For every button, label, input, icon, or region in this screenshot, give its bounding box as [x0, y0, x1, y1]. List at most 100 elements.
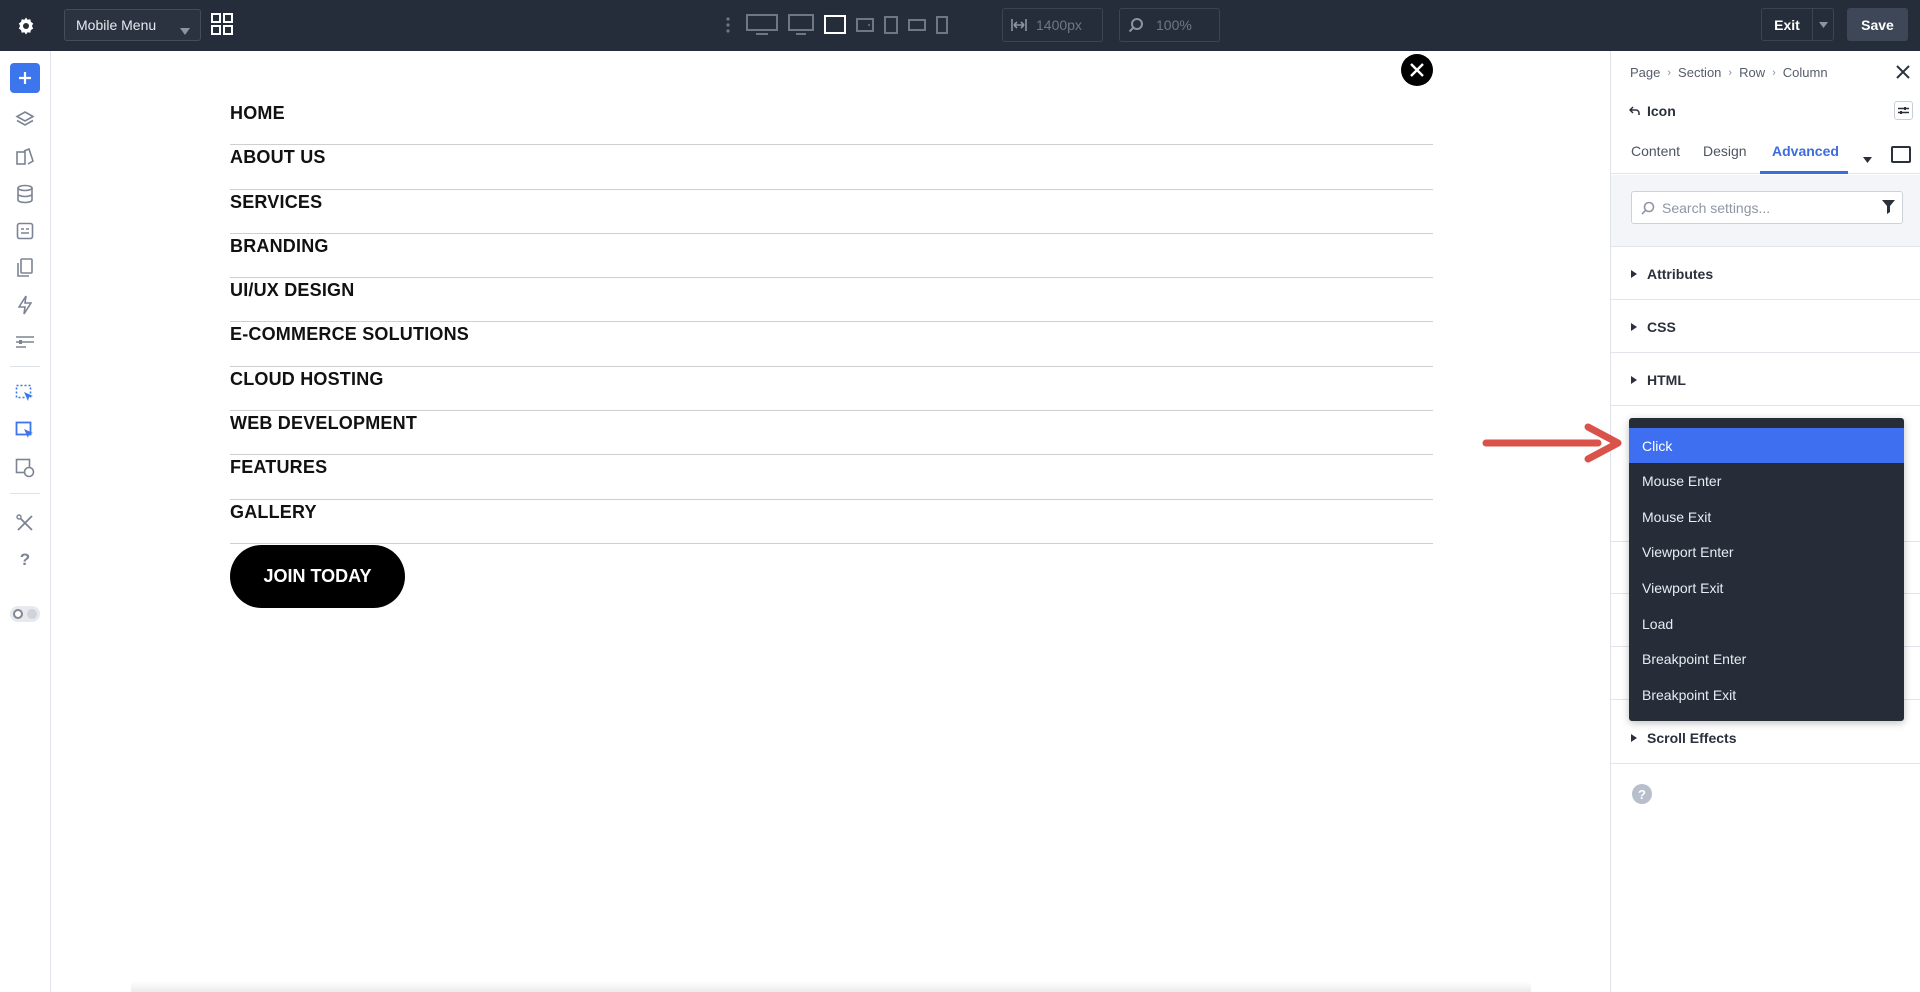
help-circle-icon[interactable]: ? [1632, 784, 1652, 804]
builder-canvas: HOME ABOUT US SERVICES BRANDING UI/UX DE… [51, 51, 1610, 992]
search-settings-input[interactable] [1662, 199, 1862, 216]
theme-builder-icon[interactable] [13, 219, 37, 243]
settings-gear-icon[interactable] [13, 13, 39, 39]
menu-item-e-commerce-solutions[interactable]: E-COMMERCE SOLUTIONS [230, 322, 1433, 367]
more-vertical-icon[interactable] [720, 16, 736, 34]
exit-button[interactable]: Exit [1761, 8, 1834, 41]
section-attributes[interactable]: Attributes [1611, 248, 1920, 300]
dropdown-option-viewport-enter[interactable]: Viewport Enter [1629, 534, 1904, 569]
lightning-icon[interactable] [13, 293, 37, 317]
menu-item-label: ABOUT US [230, 147, 326, 168]
pages-icon[interactable] [13, 256, 37, 280]
menu-item-label: BRANDING [230, 235, 329, 256]
zoom-value: 100% [1156, 17, 1192, 33]
annotation-arrow-icon [1480, 422, 1625, 464]
tools-icon[interactable] [13, 511, 37, 535]
layout-select[interactable]: Mobile Menu [64, 9, 201, 41]
tab-content[interactable]: Content [1631, 143, 1680, 159]
breadcrumb-chevron-icon: › [1728, 66, 1733, 79]
tab-design[interactable]: Design [1703, 143, 1747, 159]
dropdown-option-viewport-exit[interactable]: Viewport Exit [1629, 570, 1904, 605]
canvas-width-field[interactable]: 1400px [1002, 8, 1103, 42]
section-label: Attributes [1647, 265, 1714, 282]
module-title: Icon [1628, 103, 1676, 119]
interaction-cursor-icon[interactable] [13, 382, 37, 406]
module-options-icon[interactable] [1894, 101, 1913, 120]
breadcrumb: Page › Section › Row › Column [1630, 65, 1828, 80]
phone-portrait-icon[interactable] [936, 16, 948, 34]
section-html[interactable]: HTML [1611, 354, 1920, 406]
breadcrumb-column[interactable]: Column [1783, 65, 1828, 80]
breadcrumb-page[interactable]: Page [1630, 65, 1660, 80]
grid-view-icon[interactable] [211, 13, 235, 37]
menu-item-label: CLOUD HOSTING [230, 368, 384, 389]
expand-arrow-icon [1631, 733, 1637, 742]
menu-item-label: FEATURES [230, 457, 328, 478]
width-arrows-icon [1011, 18, 1027, 32]
design-library-icon[interactable] [13, 145, 37, 169]
dropdown-option-mouse-enter[interactable]: Mouse Enter [1629, 463, 1904, 498]
zoom-field[interactable]: 100% [1119, 8, 1220, 42]
trigger-dropdown: Click Mouse Enter Mouse Exit Viewport En… [1629, 418, 1904, 721]
menu-item-services[interactable]: SERVICES [230, 190, 1433, 234]
tablet-portrait-icon[interactable] [884, 16, 898, 34]
active-tab-indicator [1760, 171, 1848, 174]
expand-arrow-icon [1631, 322, 1637, 331]
widescreen-desktop-icon[interactable] [746, 14, 778, 36]
close-menu-icon[interactable] [1401, 54, 1433, 86]
breadcrumb-chevron-icon: › [1772, 66, 1776, 79]
tablet-landscape-icon[interactable] [856, 18, 874, 32]
layers-icon[interactable] [13, 108, 37, 132]
section-label: HTML [1647, 371, 1686, 388]
menu-item-label: UI/UX DESIGN [230, 280, 355, 301]
database-icon[interactable] [13, 182, 37, 206]
preset-box-icon[interactable] [1891, 146, 1911, 163]
theme-toggle[interactable] [10, 606, 40, 622]
toggle-knob [13, 609, 23, 619]
dropdown-option-breakpoint-enter[interactable]: Breakpoint Enter [1629, 641, 1904, 676]
join-today-button[interactable]: JOIN TODAY [230, 545, 405, 608]
zoom-search-icon [1128, 17, 1144, 33]
menu-item-ui-ux-design[interactable]: UI/UX DESIGN [230, 278, 1433, 323]
expand-arrow-icon [1631, 375, 1637, 384]
chevron-down-icon [180, 22, 190, 38]
back-arrow-icon[interactable] [1628, 103, 1640, 119]
breadcrumb-chevron-icon: › [1667, 66, 1672, 79]
settings-list-icon[interactable] [13, 330, 37, 354]
help-question-icon[interactable]: ? [13, 548, 37, 572]
menu-item-label: SERVICES [230, 191, 323, 212]
breadcrumb-section[interactable]: Section [1678, 65, 1721, 80]
menu-item-gallery[interactable]: GALLERY [230, 500, 1433, 544]
laptop-icon[interactable] [824, 15, 846, 35]
menu-item-cloud-hosting[interactable]: CLOUD HOSTING [230, 367, 1433, 412]
left-sidebar: ? [0, 51, 51, 992]
close-panel-icon[interactable] [1896, 65, 1912, 81]
dropdown-option-click[interactable]: Click [1629, 428, 1904, 463]
dropdown-option-breakpoint-exit[interactable]: Breakpoint Exit [1629, 677, 1904, 712]
menu-item-branding[interactable]: BRANDING [230, 234, 1433, 279]
page-preview-icon[interactable] [13, 456, 37, 480]
expand-arrow-icon [1631, 269, 1637, 278]
section-css[interactable]: CSS [1611, 301, 1920, 353]
sidebar-divider [10, 493, 40, 494]
canvas-bottom-shadow [131, 981, 1531, 992]
dropdown-option-load[interactable]: Load [1629, 606, 1904, 641]
canvas-width-value: 1400px [1036, 17, 1082, 33]
interaction-cursor-active-icon[interactable] [13, 419, 37, 443]
desktop-icon[interactable] [788, 14, 814, 36]
dropdown-option-mouse-exit[interactable]: Mouse Exit [1629, 499, 1904, 534]
tab-advanced[interactable]: Advanced [1772, 143, 1839, 159]
breadcrumb-row[interactable]: Row [1739, 65, 1765, 80]
menu-item-web-development[interactable]: WEB DEVELOPMENT [230, 411, 1433, 456]
chevron-down-icon[interactable] [1863, 150, 1872, 168]
section-label: CSS [1647, 318, 1676, 335]
menu-item-features[interactable]: FEATURES [230, 455, 1433, 500]
exit-dropdown-caret-icon[interactable] [1813, 21, 1833, 28]
phone-landscape-icon[interactable] [908, 19, 926, 31]
add-module-button[interactable] [10, 63, 40, 93]
menu-item-home[interactable]: HOME [230, 101, 1433, 146]
filter-icon[interactable] [1882, 200, 1895, 219]
section-label: Scroll Effects [1647, 729, 1737, 746]
save-button[interactable]: Save [1847, 8, 1908, 41]
menu-item-about-us[interactable]: ABOUT US [230, 145, 1433, 190]
